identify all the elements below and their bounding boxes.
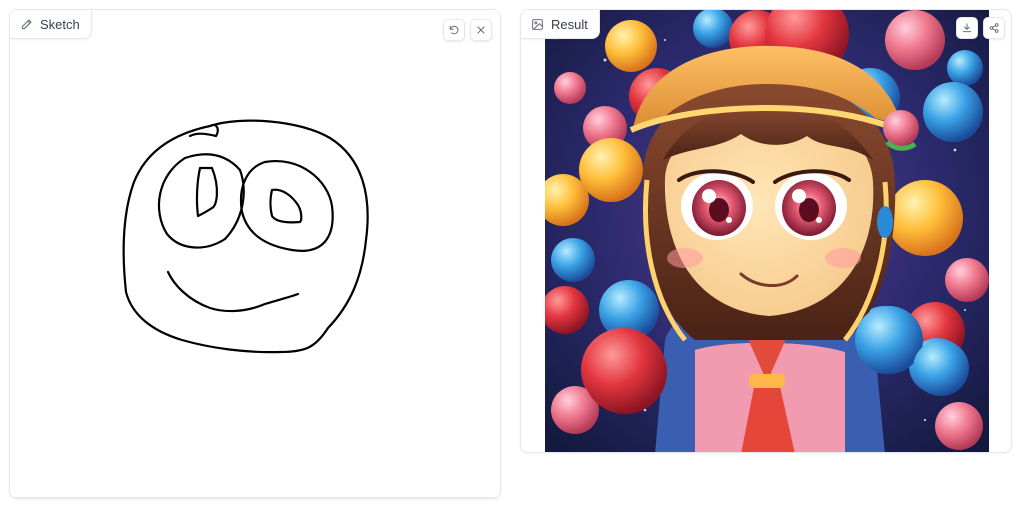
face-outline-stroke [122,119,369,354]
close-icon [477,26,485,34]
result-panel: Result [520,9,1012,453]
sketch-label: Sketch [10,10,92,39]
generated-image [545,10,989,452]
download-button[interactable] [956,17,978,39]
mouth-stroke [166,270,300,313]
undo-button[interactable] [443,19,465,41]
right-pupil-stroke [269,188,303,224]
download-icon [962,23,972,33]
right-eye-stroke [240,159,334,252]
clear-button[interactable] [470,19,492,41]
result-label: Result [521,10,600,39]
pencil-icon [21,18,32,29]
left-pupil-stroke [195,166,218,218]
share-icon [989,23,999,33]
undo-icon [449,25,459,35]
canvas-bottom-border [10,497,500,498]
sketch-canvas[interactable] [10,10,501,499]
sketch-label-text: Sketch [40,16,80,32]
share-button[interactable] [983,17,1005,39]
result-label-text: Result [551,16,588,32]
sketch-panel: Sketch [9,9,501,499]
image-icon [532,18,543,30]
